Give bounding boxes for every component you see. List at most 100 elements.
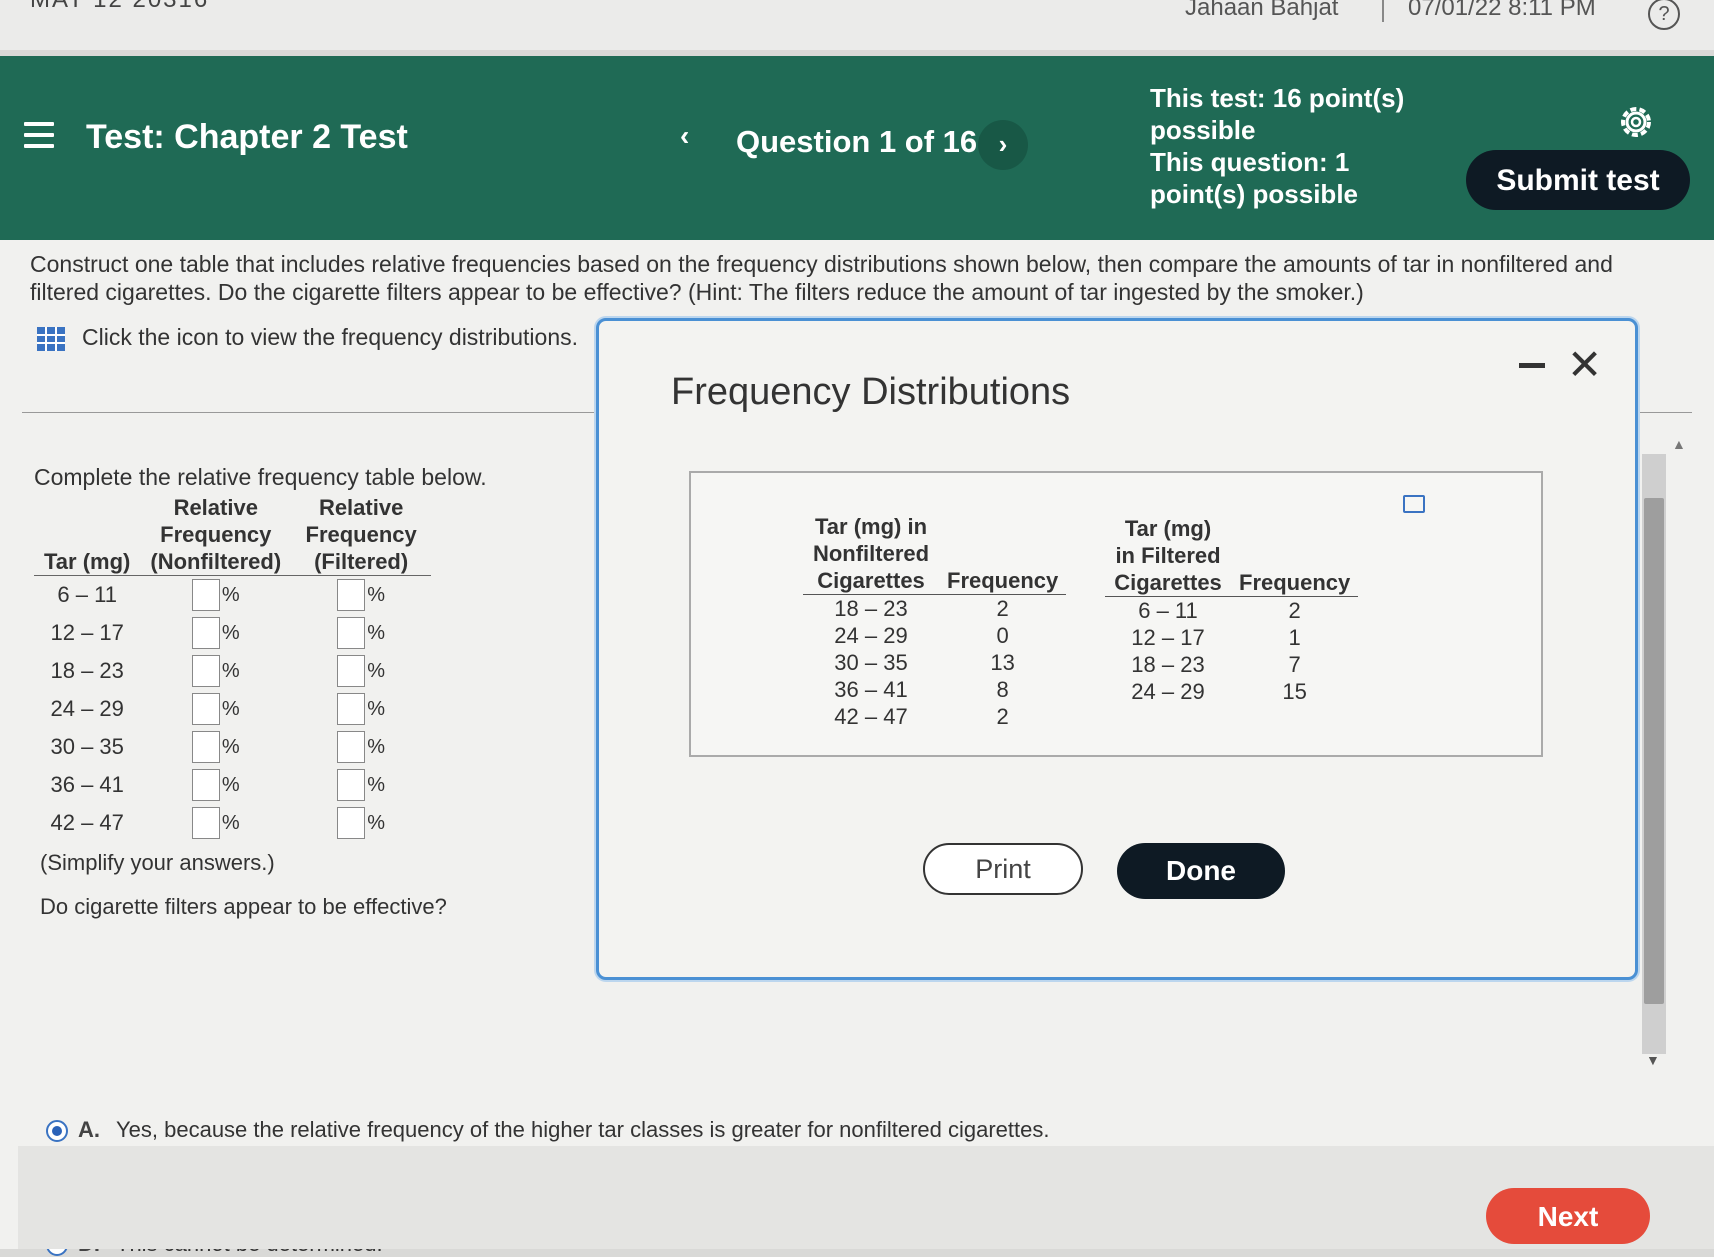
filtered-input[interactable]	[337, 693, 366, 725]
tar-class: 18 – 23	[834, 596, 908, 621]
percent-unit: %	[367, 773, 386, 796]
percent-unit: %	[221, 659, 240, 682]
filtered-input[interactable]	[337, 769, 366, 801]
bottom-bar	[18, 1146, 1714, 1249]
frequency-value: 15	[1282, 679, 1307, 704]
scrollbar-thumb[interactable]	[1644, 498, 1664, 1004]
column-header-nonfiltered-tar: Tar (mg) in Nonfiltered Cigarettes	[803, 513, 939, 595]
frequency-tables-box: Tar (mg) in Nonfiltered Cigarettes Frequ…	[689, 471, 1543, 757]
submit-test-button[interactable]: Submit test	[1466, 150, 1690, 210]
frequency-value: 2	[996, 596, 1009, 621]
table-row: 30 – 35 13	[803, 649, 1066, 676]
tar-class: 6 – 11	[57, 582, 117, 607]
nonfiltered-input[interactable]	[191, 617, 220, 649]
question-counter[interactable]: Question 1 of 16	[736, 124, 977, 160]
test-points: This test: 16 point(s) possible	[1150, 83, 1405, 145]
popout-icon[interactable]	[1403, 495, 1425, 513]
filtered-cell: %	[291, 576, 431, 615]
gear-icon[interactable]	[1616, 102, 1656, 142]
done-button[interactable]: Done	[1117, 843, 1285, 899]
percent-unit: %	[221, 621, 240, 644]
next-question-button[interactable]: ›	[978, 120, 1028, 170]
table-row: 18 – 23 2	[803, 595, 1066, 623]
nonfiltered-input[interactable]	[191, 655, 220, 687]
filtered-cell: %	[291, 614, 431, 652]
percent-unit: %	[367, 583, 386, 606]
tar-class: 42 – 47	[50, 810, 124, 835]
tar-class: 24 – 29	[834, 623, 908, 648]
filtered-input[interactable]	[337, 617, 366, 649]
filtered-cell: %	[291, 766, 431, 804]
complete-label: Complete the relative frequency table be…	[34, 464, 487, 490]
percent-unit: %	[221, 583, 240, 606]
frequency-distributions-dialog: Frequency Distributions ✕ Tar (mg) in No…	[596, 318, 1638, 980]
nonfiltered-cell: %	[140, 690, 291, 728]
simplify-note: (Simplify your answers.)	[40, 850, 275, 875]
answer-option[interactable]: A. Yes, because the relative frequency of…	[46, 1117, 1050, 1143]
table-row: 18 – 23 7	[1105, 651, 1358, 678]
table-row: 6 – 11%%	[34, 576, 431, 615]
table-icon[interactable]	[36, 326, 66, 352]
table-row: 36 – 41%%	[34, 766, 431, 804]
relative-frequency-table: Tar (mg) Relative Frequency (Nonfiltered…	[34, 494, 432, 842]
tar-class: 18 – 23	[50, 658, 124, 683]
print-button[interactable]: Print	[923, 843, 1083, 895]
frequency-value: 0	[996, 623, 1009, 648]
frequency-value: 1	[1288, 625, 1301, 650]
points-info: This test: 16 point(s) possible This que…	[1150, 82, 1410, 210]
nonfiltered-cell: %	[140, 652, 291, 690]
question-points: This question: 1 point(s) possible	[1150, 147, 1358, 209]
tar-class: 12 – 17	[50, 620, 124, 645]
test-title: Test: Chapter 2 Test	[86, 118, 408, 156]
help-icon[interactable]: ?	[1648, 0, 1680, 30]
filtered-input[interactable]	[337, 731, 366, 763]
nonfiltered-input[interactable]	[191, 731, 220, 763]
scroll-up-icon[interactable]: ▲	[1672, 436, 1686, 452]
frequency-value: 8	[996, 677, 1009, 702]
nonfiltered-cell: %	[140, 804, 291, 842]
filtered-cell: %	[291, 652, 431, 690]
filtered-input[interactable]	[337, 655, 366, 687]
column-header-filtered: Relative Frequency (Filtered)	[291, 494, 432, 576]
tar-class: 24 – 29	[1131, 679, 1205, 704]
filtered-cell: %	[291, 804, 431, 842]
percent-unit: %	[221, 735, 240, 758]
column-header-frequency: Frequency	[1231, 515, 1359, 597]
filtered-input[interactable]	[337, 807, 366, 839]
nonfiltered-table: Tar (mg) in Nonfiltered Cigarettes Frequ…	[803, 513, 1067, 730]
user-name: Jahaan Bahjat	[1185, 0, 1339, 21]
tar-class: 24 – 29	[50, 696, 124, 721]
nonfiltered-input[interactable]	[191, 807, 220, 839]
date-time: 07/01/22 8:11 PM	[1408, 0, 1596, 21]
column-header-tar: Tar (mg)	[34, 494, 141, 576]
nonfiltered-input[interactable]	[191, 693, 220, 725]
table-row: 42 – 47%%	[34, 804, 431, 842]
course-code: MAT 12 20316	[30, 0, 209, 14]
previous-question-button[interactable]: ‹	[680, 120, 689, 152]
dialog-title: Frequency Distributions	[671, 371, 1071, 413]
filtered-input[interactable]	[337, 579, 366, 611]
scroll-down-icon[interactable]: ▼	[1646, 1052, 1660, 1068]
table-row: 36 – 41 8	[803, 676, 1066, 703]
frequency-value: 7	[1288, 652, 1301, 677]
nonfiltered-cell: %	[140, 766, 291, 804]
table-row: 24 – 29 15	[1105, 678, 1358, 705]
percent-unit: %	[367, 735, 386, 758]
radio-button[interactable]	[46, 1120, 68, 1143]
nonfiltered-input[interactable]	[191, 769, 220, 801]
tar-class: 42 – 47	[834, 704, 908, 729]
table-row: 30 – 35%%	[34, 728, 431, 766]
tar-class: 36 – 41	[834, 677, 908, 702]
percent-unit: %	[367, 621, 386, 644]
menu-icon[interactable]	[24, 122, 54, 152]
top-strip: MAT 12 20316 Jahaan Bahjat 07/01/22 8:11…	[0, 0, 1714, 50]
percent-unit: %	[221, 697, 240, 720]
table-row: 24 – 29 0	[803, 622, 1066, 649]
close-icon[interactable]: ✕	[1567, 341, 1602, 389]
tar-class: 12 – 17	[1131, 625, 1205, 650]
percent-unit: %	[367, 811, 386, 834]
next-button[interactable]: Next	[1486, 1188, 1650, 1244]
percent-unit: %	[221, 773, 240, 796]
minimize-icon[interactable]	[1519, 363, 1545, 368]
nonfiltered-input[interactable]	[191, 579, 220, 611]
